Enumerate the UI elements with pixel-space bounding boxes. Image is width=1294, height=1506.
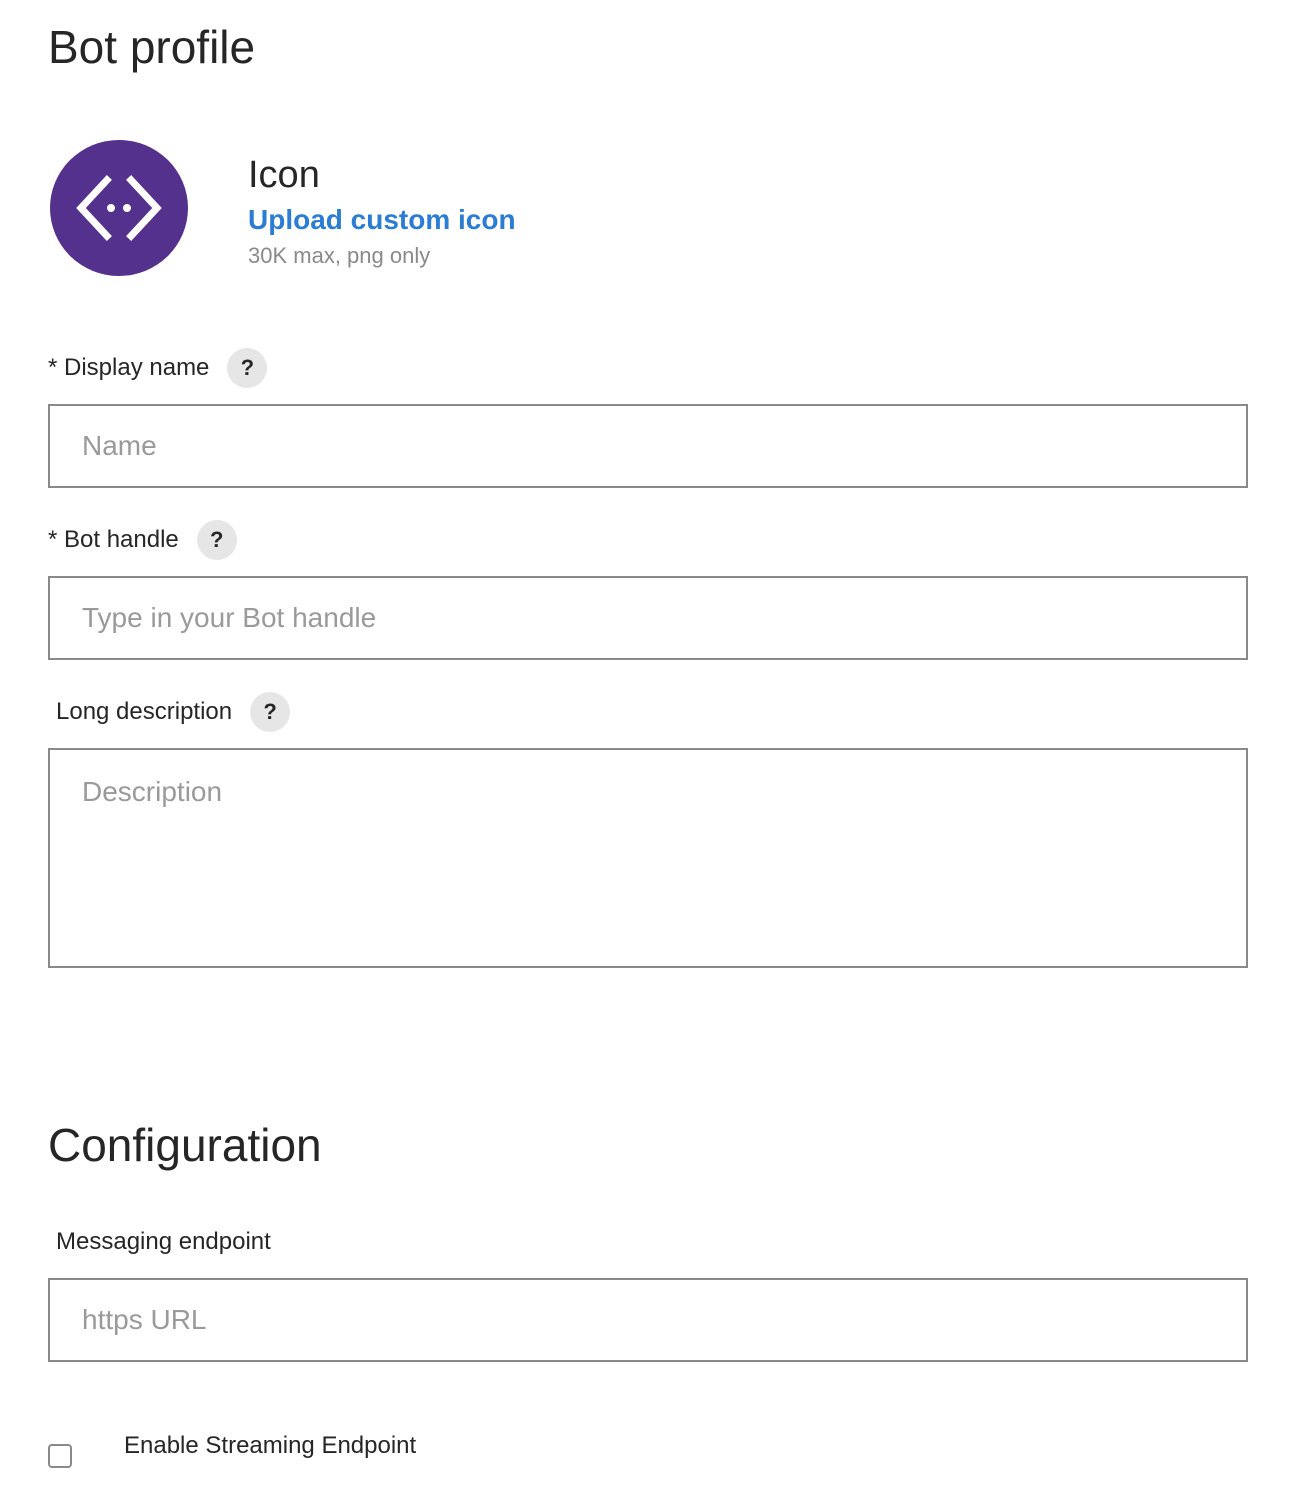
enable-streaming-label[interactable]: Enable Streaming Endpoint [124, 1430, 416, 1462]
messaging-endpoint-label-row: Messaging endpoint [56, 1226, 271, 1258]
icon-heading: Icon [248, 154, 320, 196]
bot-handle-help-icon[interactable]: ? [196, 520, 237, 560]
display-name-label-row: * Display name ? [48, 348, 268, 388]
long-description-help-icon[interactable]: ? [250, 692, 291, 732]
long-description-label: Long description [56, 698, 233, 725]
messaging-endpoint-input[interactable] [48, 1278, 1248, 1362]
display-name-label: * Display name [48, 354, 210, 381]
icon-size-hint: 30K max, png only [248, 243, 431, 268]
page-title: Bot profile [48, 21, 256, 73]
bot-avatar [50, 140, 188, 276]
configuration-section-title: Configuration [48, 1119, 322, 1171]
display-name-help-icon[interactable]: ? [227, 348, 268, 388]
bot-handle-input[interactable] [48, 576, 1248, 660]
messaging-endpoint-label: Messaging endpoint [56, 1228, 271, 1255]
long-description-textarea[interactable] [48, 748, 1248, 968]
bot-handle-label-row: * Bot handle ? [48, 520, 237, 560]
long-description-label-row: Long description ? [56, 692, 291, 732]
bot-handle-label: * Bot handle [48, 526, 179, 553]
code-brackets-icon [76, 175, 162, 241]
enable-streaming-checkbox[interactable] [48, 1444, 72, 1468]
display-name-input[interactable] [48, 404, 1248, 488]
upload-custom-icon-link[interactable]: Upload custom icon [248, 202, 516, 238]
